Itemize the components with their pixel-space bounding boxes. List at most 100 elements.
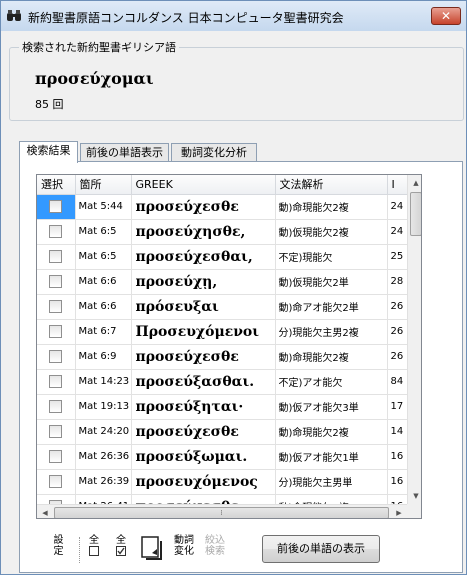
select-checkbox-cell[interactable] — [37, 344, 76, 370]
table-row[interactable]: Mat 6:6 πρόσευξαι 動)命アオ能欠2単 26 — [37, 294, 408, 320]
ref-cell: Mat 6:5 — [75, 219, 132, 245]
vertical-scroll-thumb[interactable] — [410, 192, 421, 236]
close-icon: ✕ — [440, 9, 452, 23]
table-row[interactable]: Mat 6:5 προσεύχησθε, 動)仮現能欠2複 24 — [37, 219, 408, 245]
table-header-row: 選択 箇所 GREEK 文法解析 I — [37, 175, 408, 195]
row-checkbox[interactable] — [49, 225, 63, 238]
tab-context-words[interactable]: 前後の単語表示 — [80, 143, 169, 162]
table-row[interactable]: Mat 24:20 προσεύχεσθε 動)命現能欠2複 14 — [37, 419, 408, 445]
ref-cell: Mat 19:13 — [75, 394, 132, 420]
row-checkbox[interactable] — [49, 375, 63, 388]
binoculars-icon — [7, 10, 21, 21]
table-row[interactable]: Mat 14:23 προσεύξασθαι. 不定)アオ能欠 84 — [37, 369, 408, 395]
grammar-cell: 分)現能欠主男単 — [275, 469, 388, 495]
vertical-scrollbar[interactable]: ▲ ▼ — [407, 175, 421, 504]
scroll-right-icon[interactable]: ▶ — [391, 505, 407, 518]
grammar-cell: 動)仮アオ能欠3単 — [275, 394, 388, 420]
select-checkbox-cell[interactable] — [37, 244, 76, 270]
scroll-down-icon[interactable]: ▼ — [408, 488, 421, 504]
greek-cell: προσευχόμενος — [131, 469, 276, 495]
table-row[interactable]: Mat 26:39 προσευχόμενος 分)現能欠主男単 16 — [37, 469, 408, 495]
occurrence-count: 85 回 — [35, 98, 64, 111]
greek-cell: προσεύξηται· — [131, 394, 276, 420]
verb-change-label: 動詞変化 — [174, 535, 194, 557]
select-checkbox-cell[interactable] — [37, 444, 76, 470]
horizontal-scrollbar[interactable]: ◀ ⁞ ▶ — [37, 504, 407, 518]
table-row[interactable]: Mat 5:44 προσεύχεσθε 動)命現能欠2複 24 — [37, 194, 408, 220]
greek-cell: προσεύχεσθε — [131, 419, 276, 445]
select-checkbox-cell[interactable] — [37, 269, 76, 295]
grammar-cell: 動)命現能欠2複 — [275, 344, 388, 370]
verb-change-button[interactable]: 動詞変化 — [171, 535, 199, 565]
row-checkbox[interactable] — [49, 475, 63, 488]
row-checkbox[interactable] — [49, 400, 63, 413]
extra-cell: 28 — [387, 269, 408, 295]
extra-cell: 17 — [387, 394, 408, 420]
ref-cell: Mat 6:6 — [75, 269, 132, 295]
extra-cell: 14 — [387, 419, 408, 445]
group-label: 検索された新約聖書ギリシア語 — [19, 39, 179, 55]
scroll-corner — [407, 504, 421, 518]
grammar-cell: 動)仮現能欠2複 — [275, 219, 388, 245]
row-checkbox[interactable] — [49, 350, 63, 363]
extra-cell: 25 — [387, 244, 408, 270]
greek-cell: πρόσευξαι — [131, 294, 276, 320]
settings-label: 設定 — [53, 535, 64, 557]
table-row[interactable]: Mat 6:5 προσεύχεσθαι, 不定)現能欠 25 — [37, 244, 408, 270]
table-row[interactable]: Mat 19:13 προσεύξηται· 動)仮アオ能欠3単 17 — [37, 394, 408, 420]
extra-cell: 24 — [387, 194, 408, 220]
col-select-header[interactable]: 選択 — [37, 175, 76, 195]
select-checkbox-cell[interactable] — [37, 469, 76, 495]
extra-cell: 26 — [387, 319, 408, 345]
grammar-cell: 動)命現能欠2複 — [275, 419, 388, 445]
table-row[interactable]: Mat 26:36 προσεύξωμαι. 動)仮アオ能欠1単 16 — [37, 444, 408, 470]
col-grammar-header[interactable]: 文法解析 — [275, 175, 388, 195]
scroll-up-icon[interactable]: ▲ — [408, 175, 421, 191]
table-row[interactable]: Mat 6:7 Προσευχόμενοι 分)現能欠主男2複 26 — [37, 319, 408, 345]
greek-cell: προσεύξασθαι. — [131, 369, 276, 395]
select-checkbox-cell[interactable] — [37, 194, 76, 220]
grammar-cell: 分)現能欠主男2複 — [275, 319, 388, 345]
settings-button[interactable]: 設定 — [47, 535, 69, 565]
horizontal-scroll-thumb[interactable]: ⁞ — [54, 507, 389, 518]
col-greek-header[interactable]: GREEK — [131, 175, 276, 195]
ref-cell: Mat 6:9 — [75, 344, 132, 370]
select-checkbox-cell[interactable] — [37, 369, 76, 395]
greek-cell: προσεύχεσθε — [131, 344, 276, 370]
tab-search-results[interactable]: 検索結果 — [19, 141, 78, 163]
row-checkbox[interactable] — [49, 325, 63, 338]
select-checkbox-cell[interactable] — [37, 419, 76, 445]
grammar-cell: 不定)現能欠 — [275, 244, 388, 270]
row-checkbox[interactable] — [49, 200, 63, 213]
copy-button[interactable] — [139, 535, 165, 565]
table-row[interactable]: Mat 6:9 προσεύχεσθε 動)命現能欠2複 26 — [37, 344, 408, 370]
col-extra-header[interactable]: I — [387, 175, 408, 195]
show-context-button[interactable]: 前後の単語の表示 — [262, 535, 380, 563]
row-checkbox[interactable] — [49, 275, 63, 288]
ref-cell: Mat 24:20 — [75, 419, 132, 445]
select-checkbox-cell[interactable] — [37, 319, 76, 345]
col-ref-header[interactable]: 箇所 — [75, 175, 132, 195]
row-checkbox[interactable] — [49, 425, 63, 438]
extra-cell: 16 — [387, 469, 408, 495]
select-none-button[interactable]: 全 — [85, 535, 103, 565]
select-checkbox-cell[interactable] — [37, 394, 76, 420]
row-checkbox[interactable] — [49, 300, 63, 313]
scroll-left-icon[interactable]: ◀ — [37, 505, 53, 518]
tab-verb-analysis[interactable]: 動詞変化分析 — [171, 143, 257, 162]
select-all-button[interactable]: 全 — [112, 535, 130, 565]
select-checkbox-cell[interactable] — [37, 294, 76, 320]
row-checkbox[interactable] — [49, 450, 63, 463]
row-checkbox[interactable] — [49, 250, 63, 263]
table-row[interactable]: Mat 6:6 προσεύχῃ, 動)仮現能欠2単 28 — [37, 269, 408, 295]
narrow-search-button[interactable]: 絞込検索 — [202, 535, 230, 565]
app-window: 新約聖書原語コンコルダンス 日本コンピュータ聖書研究会 ✕ 検索された新約聖書ギ… — [0, 0, 467, 575]
ref-cell: Mat 6:6 — [75, 294, 132, 320]
select-checkbox-cell[interactable] — [37, 219, 76, 245]
greek-cell: προσεύχεσθε — [131, 194, 276, 220]
greek-cell: προσεύχεσθαι, — [131, 244, 276, 270]
toolbar-separator — [79, 537, 80, 563]
extra-cell: 26 — [387, 344, 408, 370]
close-button[interactable]: ✕ — [431, 7, 461, 25]
window-title: 新約聖書原語コンコルダンス 日本コンピュータ聖書研究会 — [28, 11, 344, 25]
